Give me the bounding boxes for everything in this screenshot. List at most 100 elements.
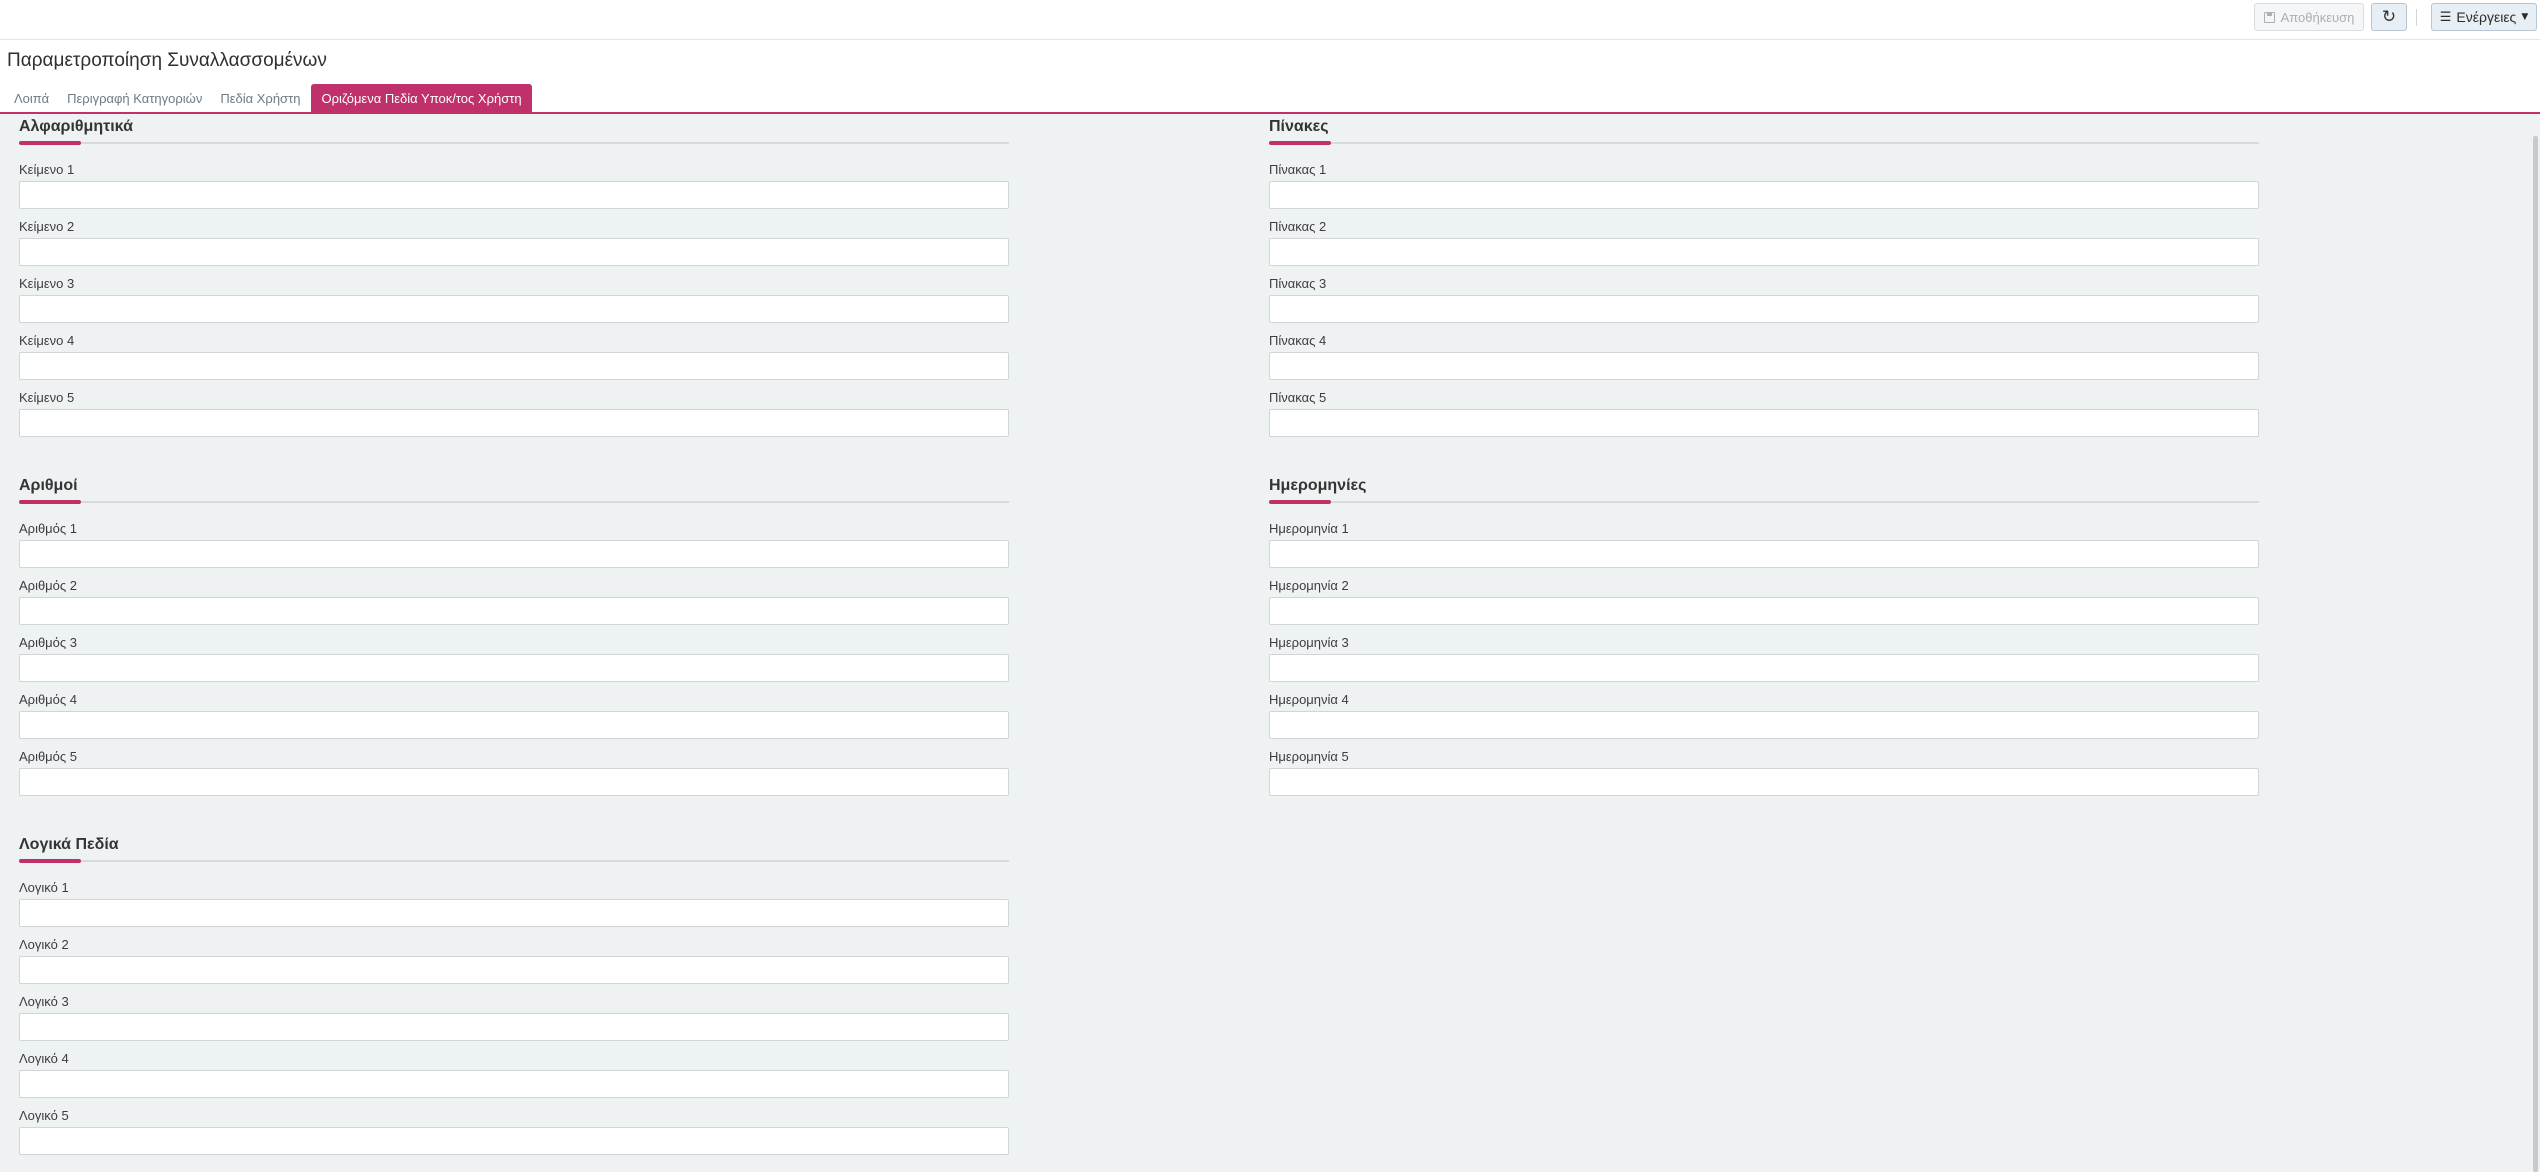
field-label: Πίνακας 1 [1269, 162, 1327, 177]
field-label: Κείμενο 4 [19, 333, 75, 348]
table-5-input[interactable] [1269, 409, 2259, 437]
table-1-input[interactable] [1269, 181, 2259, 209]
section-dates: Ημερομηνίες Ημερομηνία 1 Ημερομηνία 2 Ημ… [1269, 477, 2259, 803]
text-5-input[interactable] [19, 409, 1009, 437]
field-text-2: Κείμενο 2 [19, 216, 1009, 273]
number-1-input[interactable] [19, 540, 1009, 568]
field-label: Αριθμός 5 [19, 749, 78, 764]
field-label: Κείμενο 2 [19, 219, 75, 234]
date-1-input[interactable] [1269, 540, 2259, 568]
section-title: Λογικά Πεδία [19, 836, 119, 853]
field-date-1: Ημερομηνία 1 [1269, 518, 2259, 575]
field-logical-4: Λογικό 4 [19, 1048, 1009, 1105]
number-5-input[interactable] [19, 768, 1009, 796]
field-text-1: Κείμενο 1 [19, 159, 1009, 216]
field-label: Αριθμός 4 [19, 692, 78, 707]
field-text-4: Κείμενο 4 [19, 330, 1009, 387]
logical-4-input[interactable] [19, 1070, 1009, 1098]
field-label: Πίνακας 3 [1269, 276, 1327, 291]
date-2-input[interactable] [1269, 597, 2259, 625]
refresh-icon: ↻ [2381, 7, 2397, 27]
field-label: Πίνακας 5 [1269, 390, 1327, 405]
logical-2-input[interactable] [19, 956, 1009, 984]
field-number-1: Αριθμός 1 [19, 518, 1009, 575]
tab-user-defined-fields[interactable]: Οριζόμενα Πεδία Υποκ/τος Χρήστη [311, 84, 532, 112]
actions-label: Ενέργειες [2456, 9, 2517, 25]
field-table-4: Πίνακας 4 [1269, 330, 2259, 387]
section-title: Ημερομηνίες [1269, 477, 1367, 494]
text-2-input[interactable] [19, 238, 1009, 266]
logical-3-input[interactable] [19, 1013, 1009, 1041]
section-title: Αλφαριθμητικά [19, 118, 133, 135]
field-logical-2: Λογικό 2 [19, 934, 1009, 991]
logical-5-input[interactable] [19, 1127, 1009, 1155]
field-logical-1: Λογικό 1 [19, 877, 1009, 934]
menu-bars-icon: ☰ [2439, 9, 2452, 25]
text-1-input[interactable] [19, 181, 1009, 209]
field-label: Λογικό 3 [19, 994, 69, 1009]
field-label: Αριθμός 1 [19, 521, 78, 536]
field-label: Λογικό 5 [19, 1108, 69, 1123]
section-title: Αριθμοί [19, 477, 78, 494]
table-2-input[interactable] [1269, 238, 2259, 266]
field-date-2: Ημερομηνία 2 [1269, 575, 2259, 632]
number-2-input[interactable] [19, 597, 1009, 625]
refresh-button[interactable]: ↻ [2371, 3, 2407, 31]
field-date-3: Ημερομηνία 3 [1269, 632, 2259, 689]
section-title: Πίνακες [1269, 118, 1329, 135]
field-number-3: Αριθμός 3 [19, 632, 1009, 689]
field-text-3: Κείμενο 3 [19, 273, 1009, 330]
field-label: Ημερομηνία 1 [1269, 521, 1349, 536]
section-divider [1269, 500, 2259, 504]
section-tables: Πίνακες Πίνακας 1 Πίνακας 2 Πίνακας 3 Πί… [1269, 118, 2259, 444]
text-3-input[interactable] [19, 295, 1009, 323]
section-accent [1269, 141, 1331, 145]
toolbar-divider [2416, 9, 2417, 26]
save-button[interactable]: Αποθήκευση [2254, 3, 2364, 31]
section-accent [1269, 500, 1331, 504]
logical-1-input[interactable] [19, 899, 1009, 927]
section-logical-fields: Λογικά Πεδία Λογικό 1 Λογικό 2 Λογικό 3 … [19, 836, 1009, 1162]
tab-misc[interactable]: Λοιπά [7, 84, 56, 112]
date-5-input[interactable] [1269, 768, 2259, 796]
section-accent [19, 500, 81, 504]
section-alphanumeric: Αλφαριθμητικά Κείμενο 1 Κείμενο 2 Κείμεν… [19, 118, 1009, 444]
tab-user-fields[interactable]: Πεδία Χρήστη [213, 84, 307, 112]
field-table-5: Πίνακας 5 [1269, 387, 2259, 444]
text-4-input[interactable] [19, 352, 1009, 380]
field-number-2: Αριθμός 2 [19, 575, 1009, 632]
field-table-1: Πίνακας 1 [1269, 159, 2259, 216]
form-content: Αλφαριθμητικά Κείμενο 1 Κείμενο 2 Κείμεν… [0, 114, 2540, 1172]
chevron-down-icon: ▼ [2521, 12, 2529, 22]
field-date-4: Ημερομηνία 4 [1269, 689, 2259, 746]
field-table-2: Πίνακας 2 [1269, 216, 2259, 273]
field-label: Ημερομηνία 4 [1269, 692, 1349, 707]
field-label: Ημερομηνία 3 [1269, 635, 1349, 650]
number-4-input[interactable] [19, 711, 1009, 739]
field-label: Κείμενο 3 [19, 276, 75, 291]
actions-menu-button[interactable]: ☰ Ενέργειες ▼ [2431, 3, 2537, 31]
tab-category-descriptions[interactable]: Περιγραφή Κατηγοριών [60, 84, 209, 112]
field-label: Κείμενο 5 [19, 390, 75, 405]
field-text-5: Κείμενο 5 [19, 387, 1009, 444]
field-label: Λογικό 4 [19, 1051, 69, 1066]
date-4-input[interactable] [1269, 711, 2259, 739]
section-accent [19, 141, 81, 145]
field-number-4: Αριθμός 4 [19, 689, 1009, 746]
field-number-5: Αριθμός 5 [19, 746, 1009, 803]
tab-bar: Λοιπά Περιγραφή Κατηγοριών Πεδία Χρήστη … [7, 84, 536, 112]
section-numbers: Αριθμοί Αριθμός 1 Αριθμός 2 Αριθμός 3 Αρ… [19, 477, 1009, 803]
top-toolbar: Αποθήκευση ↻ ☰ Ενέργειες ▼ [0, 0, 2540, 40]
date-3-input[interactable] [1269, 654, 2259, 682]
table-3-input[interactable] [1269, 295, 2259, 323]
floppy-disk-icon [2263, 11, 2275, 23]
field-label: Λογικό 2 [19, 937, 69, 952]
vertical-scrollbar[interactable] [2533, 136, 2538, 1172]
section-divider [1269, 141, 2259, 145]
save-button-label: Αποθήκευση [2280, 9, 2355, 25]
table-4-input[interactable] [1269, 352, 2259, 380]
field-label: Αριθμός 2 [19, 578, 78, 593]
number-3-input[interactable] [19, 654, 1009, 682]
field-date-5: Ημερομηνία 5 [1269, 746, 2259, 803]
field-label: Πίνακας 4 [1269, 333, 1327, 348]
